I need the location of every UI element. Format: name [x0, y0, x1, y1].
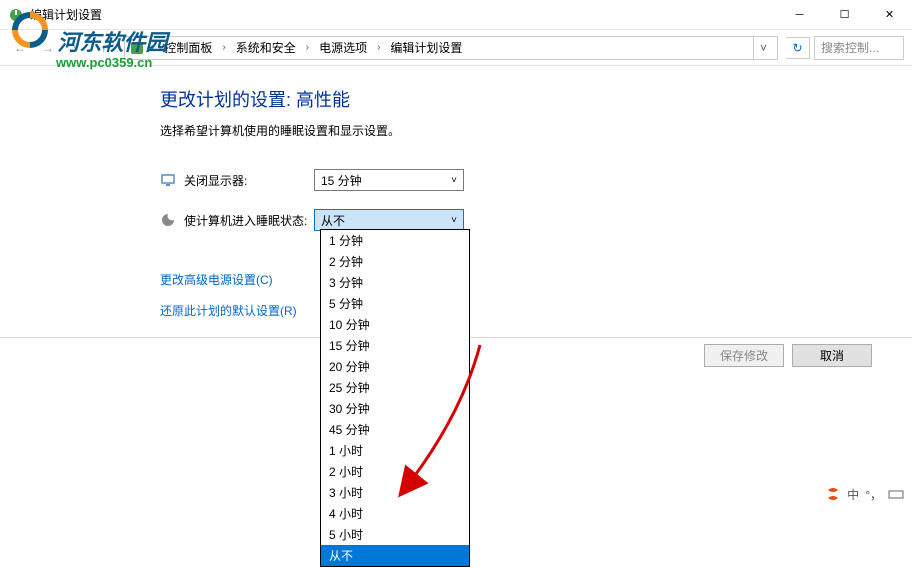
dropdown-option[interactable]: 45 分钟 [321, 419, 469, 440]
sleep-select[interactable]: 从不 ˅ [314, 209, 464, 231]
dropdown-option[interactable]: 20 分钟 [321, 356, 469, 377]
dropdown-option[interactable]: 5 分钟 [321, 293, 469, 314]
control-panel-icon [129, 40, 145, 56]
breadcrumb-item[interactable]: 系统和安全 [232, 37, 300, 58]
breadcrumb-item[interactable]: 电源选项 [315, 37, 371, 58]
breadcrumb-item[interactable]: 控制面板 [160, 37, 216, 58]
window-titlebar: 编辑计划设置 ─ ☐ ✕ [0, 0, 912, 30]
chevron-right-icon[interactable]: › [218, 42, 229, 53]
display-off-select[interactable]: 15 分钟 ˅ [314, 169, 464, 191]
moon-icon [160, 212, 176, 228]
dropdown-option[interactable]: 3 分钟 [321, 272, 469, 293]
page-subtitle: 选择希望计算机使用的睡眠设置和显示设置。 [160, 122, 912, 139]
chevron-down-icon: ˅ [451, 215, 457, 226]
nav-back-button[interactable]: ← [8, 36, 32, 60]
dropdown-option[interactable]: 2 分钟 [321, 251, 469, 272]
breadcrumb[interactable]: › 控制面板 › 系统和安全 › 电源选项 › 编辑计划设置 ˅ [124, 36, 778, 60]
taskbar-tray: 中 °， [825, 486, 912, 502]
monitor-icon [160, 172, 176, 188]
links-section: 更改高级电源设置(C) 还原此计划的默认设置(R) [160, 271, 912, 319]
navigation-bar: ← → ˅ ↑ › 控制面板 › 系统和安全 › 电源选项 › 编辑计划设置 ˅… [0, 30, 912, 66]
dropdown-option[interactable]: 4 小时 [321, 503, 469, 524]
chevron-right-icon[interactable]: › [373, 42, 384, 53]
breadcrumb-item[interactable]: 编辑计划设置 [386, 37, 466, 58]
sleep-value: 从不 [321, 212, 345, 229]
nav-up-button[interactable]: ↑ [92, 36, 116, 60]
sogou-icon[interactable] [825, 486, 841, 502]
dropdown-option[interactable]: 3 小时 [321, 482, 469, 503]
minimize-button[interactable]: ─ [777, 0, 822, 29]
dropdown-option[interactable]: 1 分钟 [321, 230, 469, 251]
sleep-dropdown-list[interactable]: 1 分钟2 分钟3 分钟5 分钟10 分钟15 分钟20 分钟25 分钟30 分… [320, 229, 470, 567]
chevron-down-icon: ˅ [451, 175, 457, 186]
breadcrumb-dropdown-button[interactable]: ˅ [753, 37, 773, 59]
dropdown-option[interactable]: 30 分钟 [321, 398, 469, 419]
refresh-button[interactable]: ↻ [786, 37, 810, 59]
close-button[interactable]: ✕ [867, 0, 912, 29]
dropdown-option[interactable]: 2 小时 [321, 461, 469, 482]
cancel-button[interactable]: 取消 [792, 344, 872, 367]
display-off-label: 关闭显示器: [184, 172, 314, 189]
advanced-settings-link[interactable]: 更改高级电源设置(C) [160, 271, 912, 288]
display-off-value: 15 分钟 [321, 172, 362, 189]
keyboard-icon[interactable] [888, 486, 904, 502]
dropdown-option[interactable]: 从不 [321, 545, 469, 566]
nav-recent-button[interactable]: ˅ [64, 36, 88, 60]
maximize-button[interactable]: ☐ [822, 0, 867, 29]
power-plan-icon [8, 7, 24, 23]
dropdown-option[interactable]: 1 小时 [321, 440, 469, 461]
display-off-row: 关闭显示器: 15 分钟 ˅ [160, 169, 912, 191]
search-input[interactable]: 搜索控制... [814, 36, 904, 60]
dropdown-option[interactable]: 25 分钟 [321, 377, 469, 398]
sleep-row: 使计算机进入睡眠状态: 从不 ˅ [160, 209, 912, 231]
dropdown-option[interactable]: 5 小时 [321, 524, 469, 545]
window-title: 编辑计划设置 [30, 6, 777, 23]
ime-indicator[interactable]: 中 [847, 486, 859, 503]
page-title: 更改计划的设置: 高性能 [160, 86, 912, 112]
restore-defaults-link[interactable]: 还原此计划的默认设置(R) [160, 302, 912, 319]
dropdown-option[interactable]: 15 分钟 [321, 335, 469, 356]
ime-punct-icon[interactable]: °， [865, 486, 882, 503]
save-button: 保存修改 [704, 344, 784, 367]
chevron-right-icon[interactable]: › [147, 42, 158, 53]
sleep-label: 使计算机进入睡眠状态: [184, 212, 314, 229]
nav-forward-button: → [36, 36, 60, 60]
footer-buttons: 保存修改 取消 [704, 344, 872, 367]
dropdown-option[interactable]: 10 分钟 [321, 314, 469, 335]
chevron-right-icon[interactable]: › [302, 42, 313, 53]
